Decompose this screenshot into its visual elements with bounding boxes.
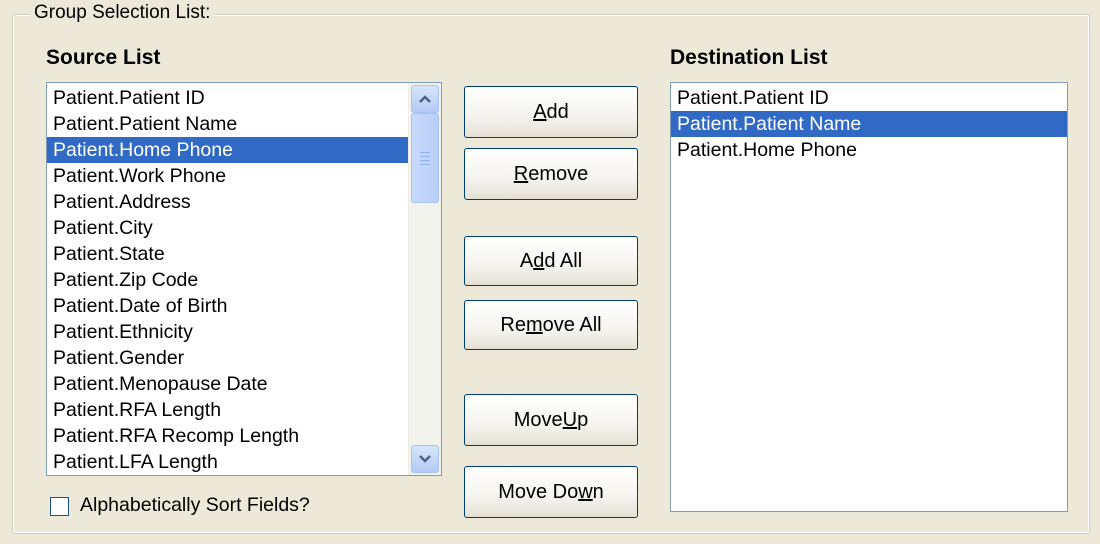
source-listbox[interactable]: Patient.Patient ID Patient.Patient Name Pa…: [46, 82, 442, 476]
source-list-item[interactable]: Patient.Patient Name: [47, 111, 441, 137]
destination-list-heading: Destination List: [670, 46, 828, 69]
remove-button[interactable]: Remove: [464, 148, 638, 200]
source-scrollbar[interactable]: [408, 83, 441, 475]
chevron-up-icon: [419, 95, 431, 103]
source-list-item[interactable]: Patient.City: [47, 215, 441, 241]
sort-checkbox[interactable]: [50, 497, 69, 516]
add-button[interactable]: Add: [464, 86, 638, 138]
source-list-item[interactable]: Patient.Home Phone: [47, 137, 441, 163]
scroll-down-button[interactable]: [411, 445, 439, 473]
source-list-item[interactable]: Patient.State: [47, 241, 441, 267]
destination-list-item[interactable]: Patient.Patient Name: [671, 111, 1067, 137]
chevron-down-icon: [419, 455, 431, 463]
source-list-item[interactable]: Patient.Menopause Date: [47, 371, 441, 397]
source-list-item[interactable]: Patient.LFA Length: [47, 449, 441, 475]
remove-all-button[interactable]: Re m ove All: [464, 300, 638, 350]
scroll-thumb[interactable]: [411, 113, 439, 203]
source-list-item[interactable]: Patient.Zip Code: [47, 267, 441, 293]
source-list-item[interactable]: Patient.Patient ID: [47, 85, 441, 111]
source-list-item[interactable]: Patient.Gender: [47, 345, 441, 371]
sort-checkbox-label[interactable]: Alphabetically Sort Fields?: [80, 494, 310, 517]
move-down-button[interactable]: Move Do w n: [464, 466, 638, 518]
source-list-item[interactable]: Patient.Address: [47, 189, 441, 215]
source-list-item[interactable]: Patient.RFA Recomp Length: [47, 423, 441, 449]
destination-list-item[interactable]: Patient.Home Phone: [671, 137, 1067, 163]
add-all-button[interactable]: Add All: [464, 236, 638, 286]
source-list-item[interactable]: Patient.Ethnicity: [47, 319, 441, 345]
move-up-button[interactable]: Move Up: [464, 394, 638, 446]
source-list-item[interactable]: Patient.RFA Length: [47, 397, 441, 423]
group-title: Group Selection List:: [30, 2, 215, 24]
source-list-heading: Source List: [46, 46, 161, 69]
scroll-up-button[interactable]: [411, 85, 439, 113]
destination-listbox[interactable]: Patient.Patient ID Patient.Patient Name Pa…: [670, 82, 1068, 512]
destination-list-item[interactable]: Patient.Patient ID: [671, 85, 1067, 111]
source-list-item[interactable]: Patient.Work Phone: [47, 163, 441, 189]
source-list-item[interactable]: Patient.Date of Birth: [47, 293, 441, 319]
source-items: Patient.Patient ID Patient.Patient Name Pa…: [47, 83, 441, 475]
destination-items: Patient.Patient ID Patient.Patient Name Pa…: [671, 83, 1067, 163]
